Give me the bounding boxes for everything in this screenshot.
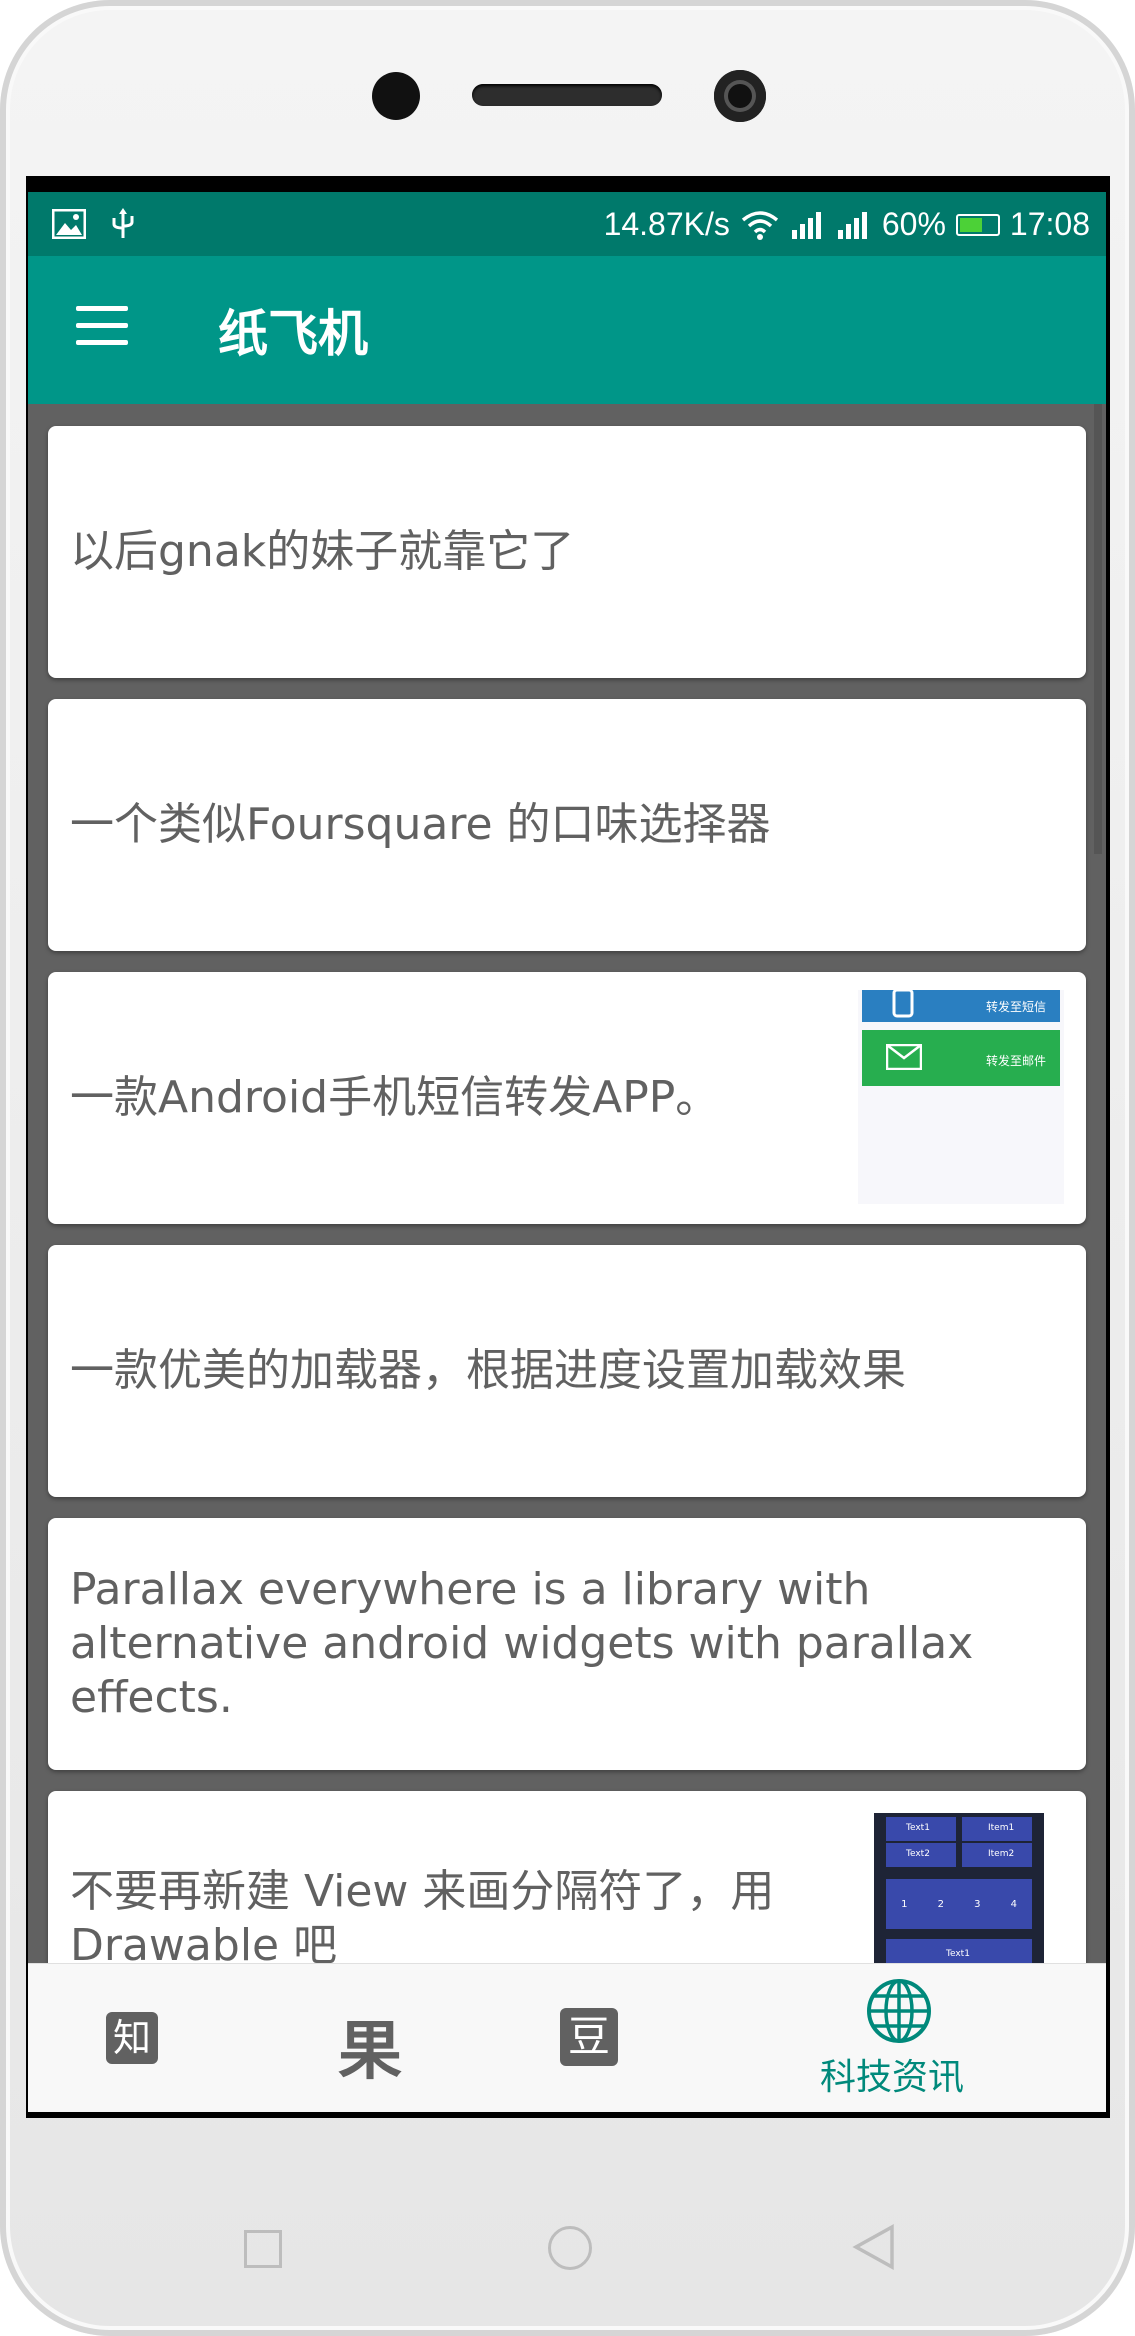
app-title: 纸飞机 bbox=[218, 305, 368, 363]
thumb-cell: Item2 bbox=[962, 1843, 1032, 1867]
thumb-digit: 2 bbox=[937, 1898, 944, 1910]
battery-icon bbox=[955, 213, 1000, 236]
nav-item-zhihu[interactable]: 知 bbox=[84, 1964, 204, 2112]
sms-row: 转发至短信 bbox=[862, 990, 1060, 1022]
recent-apps-icon[interactable] bbox=[244, 2230, 282, 2268]
back-icon[interactable] bbox=[852, 2224, 896, 2270]
signal-icon bbox=[837, 211, 867, 239]
list-item[interactable]: 一款Android手机短信转发APP。 转发至短信 转发至邮件 bbox=[48, 972, 1086, 1224]
app-screen: 14.87K/s 60% 17:08 纸飞机 以后gnak的妹子就靠它了 一个类… bbox=[28, 192, 1106, 2112]
item-title: 一个类似Foursquare 的口味选择器 bbox=[70, 799, 771, 850]
douban-icon: 豆 bbox=[560, 2008, 618, 2066]
status-bar: 14.87K/s 60% 17:08 bbox=[28, 192, 1106, 256]
thumb-label: Text1 bbox=[906, 1823, 930, 1833]
list-item[interactable]: 一个类似Foursquare 的口味选择器 bbox=[48, 699, 1086, 951]
clock: 17:08 bbox=[1009, 206, 1090, 242]
thumb-digit: 3 bbox=[974, 1898, 981, 1910]
thumb-label: Item2 bbox=[988, 1849, 1015, 1859]
app-toolbar: 纸飞机 bbox=[28, 256, 1106, 404]
network-speed: 14.87K/s bbox=[603, 206, 730, 242]
thumb-label: 转发至邮件 bbox=[985, 1054, 1046, 1068]
zhihu-icon: 知 bbox=[106, 2012, 158, 2064]
list-item[interactable]: 一款优美的加载器，根据进度设置加载效果 bbox=[48, 1245, 1086, 1497]
usb-icon bbox=[112, 208, 134, 238]
signal-icon bbox=[791, 211, 821, 239]
thumb-digit: 1 bbox=[901, 1898, 908, 1910]
image-icon bbox=[52, 209, 86, 239]
front-camera-icon bbox=[714, 70, 766, 122]
home-icon[interactable] bbox=[548, 2226, 592, 2270]
thumb-label: 转发至短信 bbox=[985, 1000, 1046, 1014]
hamburger-menu-icon[interactable] bbox=[76, 306, 128, 350]
thumb-label: Item1 bbox=[988, 1823, 1015, 1833]
guokr-icon: 果 bbox=[338, 2015, 402, 2089]
item-title: Parallax everywhere is a library with al… bbox=[70, 1564, 974, 1723]
battery-level: 60% bbox=[881, 206, 946, 242]
globe-icon bbox=[867, 1979, 931, 2043]
phone-icon bbox=[892, 990, 914, 1018]
item-title: 一款Android手机短信转发APP。 bbox=[70, 1072, 720, 1123]
thumb-cell: Item1 bbox=[962, 1817, 1032, 1841]
thumb-label: Text1 bbox=[946, 1949, 970, 1959]
list-item[interactable]: Parallax everywhere is a library with al… bbox=[48, 1518, 1086, 1770]
item-title: 以后gnak的妹子就靠它了 bbox=[70, 526, 575, 577]
thumb-digit: 4 bbox=[1010, 1898, 1017, 1910]
thumb-cell: Text1 bbox=[886, 1817, 956, 1841]
thumb-number-row: 1 2 3 4 bbox=[886, 1879, 1032, 1929]
mail-row: 转发至邮件 bbox=[862, 1030, 1060, 1086]
nav-label-tech-news: 科技资讯 bbox=[819, 2057, 964, 2098]
item-thumbnail: 转发至短信 转发至邮件 bbox=[858, 990, 1064, 1204]
thumb-label: Text2 bbox=[906, 1849, 930, 1859]
item-title: 一款优美的加载器，根据进度设置加载效果 bbox=[70, 1345, 906, 1396]
mail-icon bbox=[886, 1044, 922, 1070]
list-item[interactable]: 以后gnak的妹子就靠它了 bbox=[48, 426, 1086, 678]
hardware-navigation-bar bbox=[0, 2118, 1135, 2336]
bottom-navigation: 知 果 豆 科技资讯 bbox=[28, 1963, 1106, 2112]
phone-frame: 14.87K/s 60% 17:08 纸飞机 以后gnak的妹子就靠它了 一个类… bbox=[0, 0, 1135, 2336]
battery-fill bbox=[959, 217, 982, 232]
earpiece-speaker bbox=[472, 84, 662, 106]
front-camera-sensor bbox=[372, 72, 420, 120]
nav-item-guokr[interactable]: 果 bbox=[300, 1964, 450, 2112]
thumb-cell: Text2 bbox=[886, 1843, 956, 1867]
wifi-icon bbox=[741, 210, 778, 240]
nav-item-douban[interactable]: 豆 bbox=[498, 1964, 648, 2112]
scrollbar[interactable] bbox=[1094, 404, 1102, 854]
